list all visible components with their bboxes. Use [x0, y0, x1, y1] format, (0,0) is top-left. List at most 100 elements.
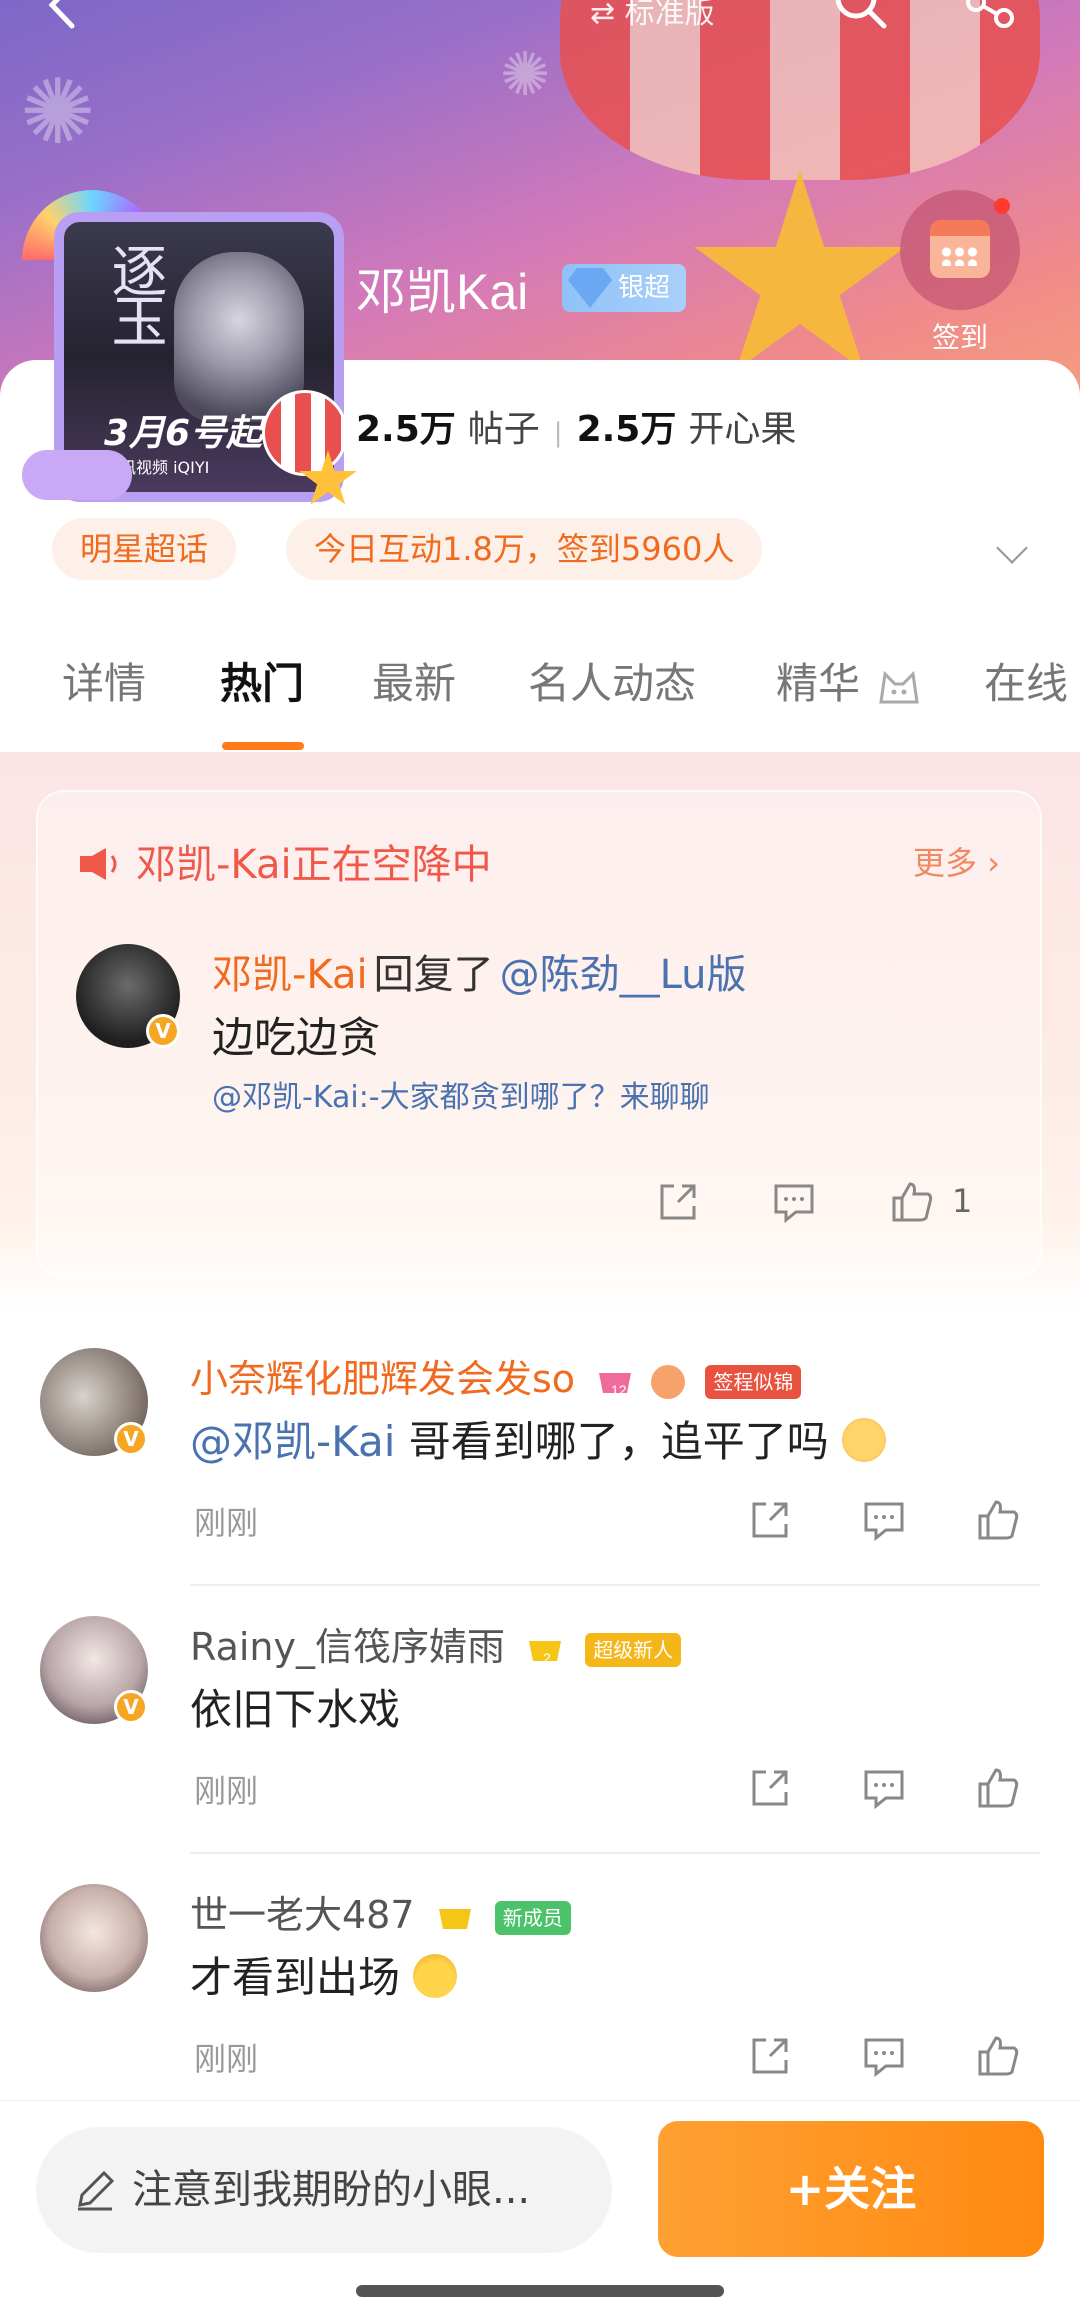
reply-mention[interactable]: @陈劲__Lu版 — [500, 952, 747, 998]
speaker-icon — [80, 848, 117, 880]
chevron-down-icon[interactable] — [996, 532, 1028, 564]
comment-time: 刚刚 — [194, 2040, 259, 2078]
share-icon[interactable] — [748, 1766, 792, 1810]
share-icon[interactable] — [748, 2034, 792, 2078]
comment-author-name: Rainy_信筏序婧雨 — [190, 1625, 505, 1669]
tab-hot[interactable]: 热门 — [220, 650, 304, 711]
airdrop-card[interactable]: 邓凯-Kai正在空降中 更多 › V 邓凯-Kai 回复了 @陈劲__Lu版 边吃边… — [36, 790, 1042, 1280]
comment-icon[interactable] — [862, 2034, 906, 2078]
checkin-label: 签到 — [931, 321, 988, 354]
balloon-decoration — [262, 390, 348, 476]
tab-bar: 详情 热门 最新 名人动态 精华 在线 — [0, 650, 1080, 760]
share-icon[interactable] — [656, 1180, 700, 1224]
comment-time: 刚刚 — [194, 1504, 259, 1542]
activity-pill[interactable]: 今日互动1.8万，签到5960人 — [286, 518, 763, 580]
pencil-icon — [78, 2170, 115, 2211]
like-icon[interactable] — [976, 1498, 1020, 1542]
topic-avatar[interactable]: 逐玉 3月6号起 腾讯视频 iQIYI — [22, 190, 357, 505]
comment-mention[interactable]: @邓凯-Kai — [190, 1417, 395, 1466]
verified-badge-icon: V — [146, 1014, 180, 1048]
level-badge-label: 银超 — [618, 273, 671, 303]
comment-body: 才看到出场 — [190, 1953, 401, 2002]
stats-separator: | — [553, 418, 563, 448]
tab-online[interactable]: 在线 — [984, 650, 1068, 711]
bottom-bar: 注意到我期盼的小眼... +关注 — [0, 2100, 1080, 2312]
posts-label: 帖子 — [467, 409, 540, 450]
notification-dot — [994, 198, 1010, 214]
comment-icon[interactable] — [772, 1180, 816, 1224]
comment-author[interactable]: 小奈辉化肥辉发会发so 12 签程似锦 — [190, 1348, 802, 1403]
list-item[interactable]: 世一老大487 新成员 才看到出场 刚刚 — [0, 1854, 1080, 2122]
calendar-icon — [930, 220, 990, 278]
active-tab-indicator — [222, 742, 304, 750]
level-badge[interactable]: 银超 — [562, 264, 687, 312]
share-icon[interactable] — [748, 1498, 792, 1542]
svg-text:2: 2 — [543, 1650, 551, 1666]
fans-label: 开心果 — [688, 409, 797, 450]
checkin-circle — [900, 190, 1020, 310]
comment-icon[interactable] — [862, 1766, 906, 1810]
home-indicator[interactable] — [356, 2285, 724, 2297]
comment-body: 依旧下水戏 — [190, 1685, 401, 1734]
topic-name: 邓凯Kai — [356, 264, 529, 320]
avatar[interactable]: V — [40, 1348, 148, 1456]
doge-emoji-icon — [842, 1418, 887, 1462]
diamond-icon — [568, 268, 612, 308]
member-tag: 新成员 — [494, 1900, 571, 1935]
reply-text: 边吃边贪 — [212, 1013, 381, 1062]
list-item[interactable]: V 小奈辉化肥辉发会发so 12 签程似锦 @邓凯-Kai 哥看到哪了，追平了吗… — [0, 1318, 1080, 1586]
reply-header: 邓凯-Kai 回复了 @陈劲__Lu版 — [212, 942, 747, 1000]
tab-latest[interactable]: 最新 — [372, 650, 456, 711]
poster-date: 3月6号起 — [104, 413, 263, 454]
fan-badge-icon — [651, 1364, 686, 1399]
comment-author[interactable]: 世一老大487 新成员 — [190, 1884, 571, 1939]
comment-icon[interactable] — [862, 1498, 906, 1542]
like-icon[interactable] — [976, 1766, 1020, 1810]
avatar[interactable] — [40, 1884, 148, 1992]
more-link[interactable]: 更多 › — [913, 838, 1000, 884]
level-gem-icon — [438, 1908, 471, 1929]
tab-featured[interactable]: 精华 — [776, 650, 921, 711]
posts-count: 2.5万 — [356, 409, 456, 450]
member-tag: 签程似锦 — [705, 1364, 802, 1399]
level-gem-icon: 12 — [599, 1372, 632, 1398]
cat-icon — [879, 670, 920, 703]
svg-text:12: 12 — [611, 1382, 627, 1398]
comment-body: 哥看到哪了，追平了吗 — [395, 1417, 829, 1466]
star-decoration — [694, 170, 906, 371]
reply-user[interactable]: 邓凯-Kai — [212, 952, 368, 998]
mode-switch-button[interactable]: ⇄ 标准版 — [590, 0, 715, 32]
cloud-decoration — [22, 450, 132, 500]
like-count: 1 — [952, 1182, 973, 1220]
comment-author-name: 小奈辉化肥辉发会发so — [190, 1357, 576, 1401]
tab-details[interactable]: 详情 — [62, 650, 146, 711]
comment-author[interactable]: Rainy_信筏序婧雨 2 超级新人 — [190, 1616, 682, 1671]
list-item[interactable]: V Rainy_信筏序婧雨 2 超级新人 依旧下水戏 刚刚 — [0, 1586, 1080, 1854]
verified-badge-icon: V — [114, 1690, 148, 1724]
poster-title: 逐玉 — [102, 242, 167, 342]
member-tag: 超级新人 — [585, 1632, 682, 1667]
quoted-text[interactable]: @邓凯-Kai:-大家都贪到哪了？来聊聊 — [212, 1072, 710, 1116]
category-pill[interactable]: 明星超话 — [52, 518, 237, 580]
avatar[interactable]: V — [76, 944, 180, 1048]
sunglasses-emoji-icon — [413, 1954, 458, 1998]
comment-text: 依旧下水戏 — [190, 1676, 400, 1737]
comment-time: 刚刚 — [194, 1772, 259, 1810]
post-input[interactable]: 注意到我期盼的小眼... — [36, 2127, 612, 2253]
like-icon[interactable] — [890, 1180, 934, 1224]
checkin-button[interactable]: 签到 — [896, 190, 1024, 356]
avatar[interactable]: V — [40, 1616, 148, 1724]
follow-button[interactable]: +关注 — [658, 2121, 1044, 2257]
tab-celebrity-updates[interactable]: 名人动态 — [528, 650, 696, 711]
reply-word: 回复了 — [373, 952, 494, 998]
share-icon[interactable] — [960, 0, 1020, 32]
like-icon[interactable] — [976, 2034, 1020, 2078]
back-icon[interactable] — [38, 0, 88, 30]
topic-stats: 2.5万 帖子 | 2.5万 开心果 — [356, 400, 796, 452]
level-gem-icon: 2 — [529, 1640, 562, 1666]
comment-author-name: 世一老大487 — [190, 1893, 415, 1937]
top-bar: ⇄ 标准版 — [0, 0, 1080, 60]
fans-count: 2.5万 — [576, 409, 677, 450]
verified-badge-icon: V — [114, 1422, 148, 1456]
search-icon[interactable] — [830, 0, 890, 32]
